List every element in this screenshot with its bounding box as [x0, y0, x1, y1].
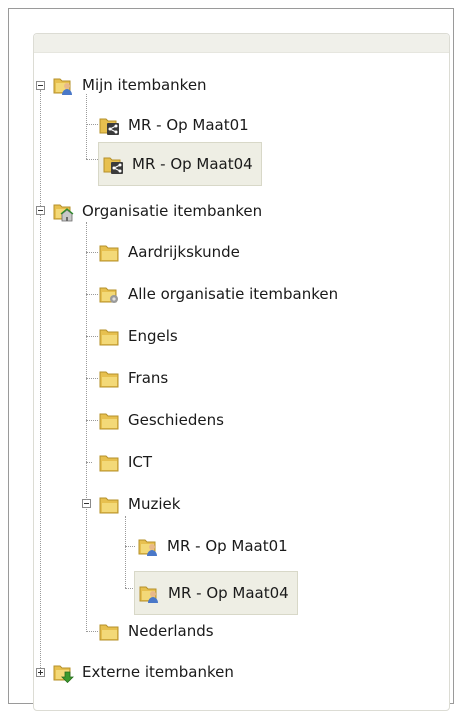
tree-line — [86, 159, 98, 160]
tree-line — [86, 631, 98, 632]
folder-icon — [98, 451, 120, 473]
user-folder-icon — [137, 535, 159, 557]
tree-line — [86, 252, 98, 253]
tree-line — [125, 516, 126, 588]
node-organisatie-itembanken[interactable]: Organisatie itembanken — [52, 194, 262, 228]
settings-folder-icon — [98, 283, 120, 305]
node-mijn-op-maat04[interactable]: MR - Op Maat04 — [98, 142, 262, 186]
node-label: Alle organisatie itembanken — [128, 285, 339, 303]
tree-line — [86, 420, 98, 421]
window-frame: Mijn itembanken MR - Op Maat01 MR - Op M… — [8, 8, 454, 711]
itembank-tree-panel: Mijn itembanken MR - Op Maat01 MR - Op M… — [33, 33, 450, 711]
tree-line — [86, 94, 87, 159]
node-mijn-op-maat01[interactable]: MR - Op Maat01 — [98, 108, 249, 142]
node-label: MR - Op Maat04 — [168, 584, 289, 602]
node-label: Aardrijkskunde — [128, 243, 240, 261]
folder-icon — [98, 367, 120, 389]
tree-line — [86, 336, 98, 337]
user-folder-icon — [138, 582, 160, 604]
collapse-toggle[interactable] — [36, 81, 45, 90]
node-label: Frans — [128, 369, 169, 387]
node-label: Nederlands — [128, 622, 214, 640]
node-label: MR - Op Maat04 — [132, 155, 253, 173]
node-aardrijkskunde[interactable]: Aardrijkskunde — [98, 235, 240, 269]
tree-line — [40, 90, 41, 668]
node-geschiedens[interactable]: Geschiedens — [98, 403, 224, 437]
node-label: Externe itembanken — [82, 663, 234, 681]
collapse-toggle[interactable] — [36, 206, 45, 215]
node-muziek[interactable]: Muziek — [98, 487, 180, 521]
tree-line — [86, 462, 92, 463]
folder-icon — [98, 409, 120, 431]
node-alle-organisatie-itembanken[interactable]: Alle organisatie itembanken — [98, 277, 338, 311]
import-folder-icon — [52, 661, 74, 683]
tree-line — [86, 124, 98, 125]
folder-icon — [98, 493, 120, 515]
node-label: ICT — [128, 453, 153, 471]
user-folder-icon — [52, 74, 74, 96]
node-ict[interactable]: ICT — [98, 445, 152, 479]
itembank-tree: Mijn itembanken MR - Op Maat01 MR - Op M… — [34, 34, 449, 710]
tree-line — [125, 546, 135, 547]
folder-icon — [98, 325, 120, 347]
collapse-toggle[interactable] — [82, 499, 91, 508]
tree-line — [86, 294, 98, 295]
folder-icon — [98, 620, 120, 642]
node-nederlands[interactable]: Nederlands — [98, 614, 214, 648]
node-engels[interactable]: Engels — [98, 319, 178, 353]
node-label: Geschiedens — [128, 411, 224, 429]
node-mijn-itembanken[interactable]: Mijn itembanken — [52, 68, 207, 102]
folder-icon — [98, 241, 120, 263]
tree-line — [86, 222, 87, 632]
expand-toggle[interactable] — [36, 668, 45, 677]
organisation-folder-icon — [52, 200, 74, 222]
node-label: Mijn itembanken — [82, 76, 207, 94]
node-label: MR - Op Maat01 — [167, 537, 288, 555]
node-label: Muziek — [128, 495, 181, 513]
node-label: Organisatie itembanken — [82, 202, 263, 220]
node-label: Engels — [128, 327, 178, 345]
node-externe-itembanken[interactable]: Externe itembanken — [52, 655, 234, 689]
tree-line — [86, 378, 98, 379]
node-label: MR - Op Maat01 — [128, 116, 249, 134]
shared-folder-icon — [98, 114, 120, 136]
node-muziek-op-maat01[interactable]: MR - Op Maat01 — [137, 529, 288, 563]
node-frans[interactable]: Frans — [98, 361, 168, 395]
shared-folder-icon — [102, 153, 124, 175]
node-muziek-op-maat04[interactable]: MR - Op Maat04 — [134, 571, 298, 615]
